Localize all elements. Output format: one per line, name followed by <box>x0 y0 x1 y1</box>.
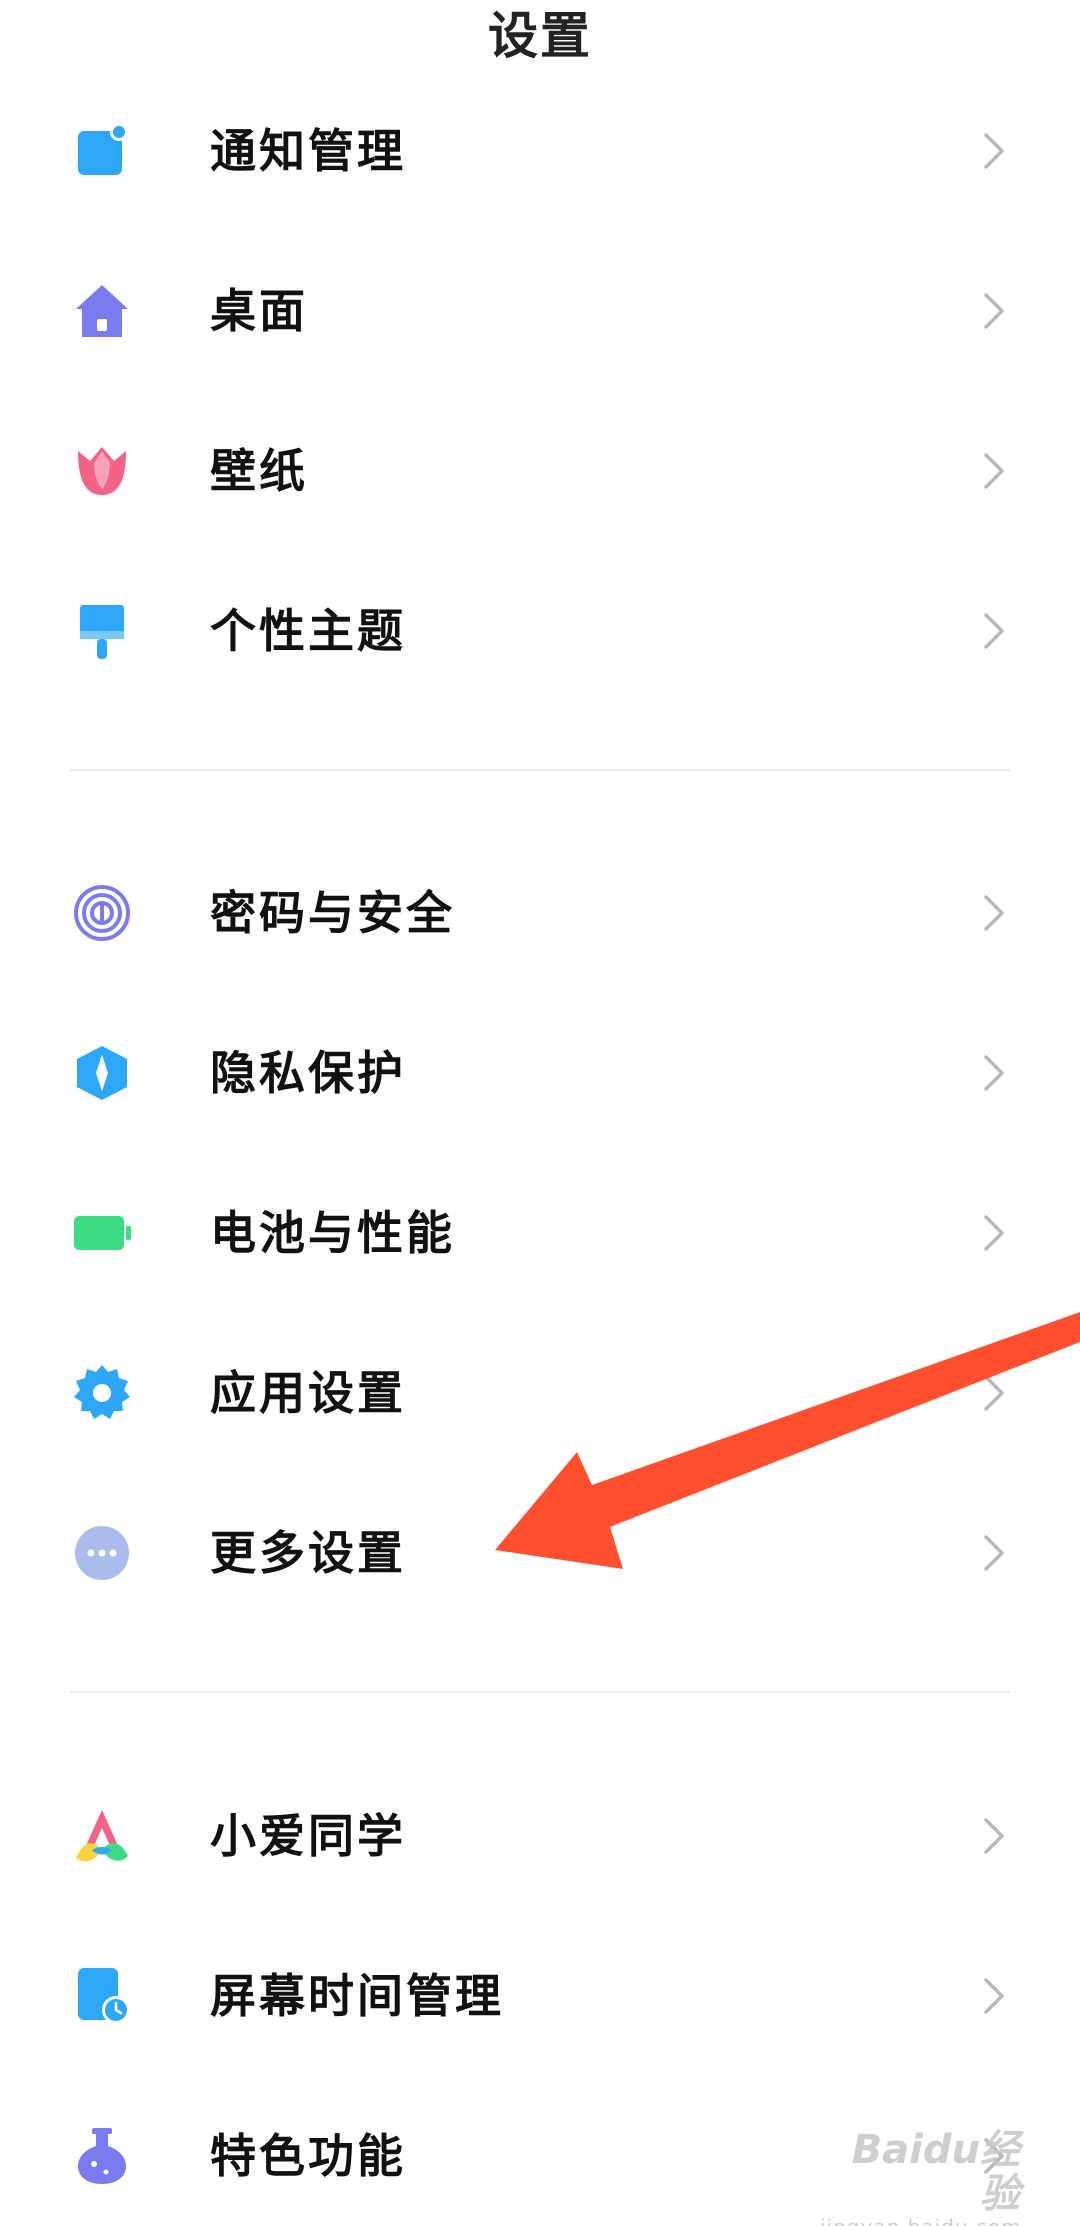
chevron-right-icon <box>980 1051 1008 1095</box>
page-title: 设置 <box>488 7 592 65</box>
section-divider <box>70 769 1010 771</box>
watermark-url: jingyan.baidu.com <box>820 2216 1021 2226</box>
home-icon <box>72 281 132 341</box>
settings-item-label: 隐私保护 <box>210 1046 406 1100</box>
tulip-icon <box>72 441 132 501</box>
chevron-right-icon <box>980 1371 1008 1415</box>
more-dots-icon <box>72 1523 132 1583</box>
settings-item-label: 壁纸 <box>210 444 308 498</box>
settings-item-label: 更多设置 <box>210 1526 406 1580</box>
settings-item-personal-theme[interactable]: 个性主题 <box>0 566 1080 696</box>
brush-icon <box>72 601 132 661</box>
chevron-right-icon <box>980 1531 1008 1575</box>
screen-time-icon <box>72 1966 132 2026</box>
settings-item-label: 特色功能 <box>210 2129 406 2183</box>
settings-item-label: 个性主题 <box>210 604 406 658</box>
chevron-right-icon <box>980 449 1008 493</box>
settings-item-password-security[interactable]: 密码与安全 <box>0 848 1080 978</box>
chevron-right-icon <box>980 129 1008 173</box>
chevron-right-icon <box>980 1814 1008 1858</box>
gear-icon <box>72 1363 132 1423</box>
chevron-right-icon <box>980 1974 1008 2018</box>
settings-item-battery-performance[interactable]: 电池与性能 <box>0 1168 1080 1298</box>
settings-screen: 设置 通知管理 桌面 壁纸 个性主题 密码与安全 隐私保护 电池与性能 应用设置… <box>0 0 1080 2226</box>
settings-item-privacy-protection[interactable]: 隐私保护 <box>0 1008 1080 1138</box>
settings-item-label: 小爱同学 <box>210 1809 406 1863</box>
settings-item-xiaoai[interactable]: 小爱同学 <box>0 1771 1080 1901</box>
settings-item-wallpaper[interactable]: 壁纸 <box>0 406 1080 536</box>
settings-item-label: 应用设置 <box>210 1366 406 1420</box>
battery-icon <box>72 1203 132 1263</box>
settings-item-more-settings[interactable]: 更多设置 <box>0 1488 1080 1618</box>
watermark-logo-text: Baidu经验 <box>851 2127 1020 2217</box>
settings-item-label: 屏幕时间管理 <box>210 1969 504 2023</box>
privacy-shield-icon <box>72 1043 132 1103</box>
settings-item-label: 桌面 <box>210 284 308 338</box>
settings-item-label: 密码与安全 <box>210 886 455 940</box>
section-divider <box>70 1691 1010 1693</box>
settings-item-screen-time[interactable]: 屏幕时间管理 <box>0 1931 1080 2061</box>
flask-icon <box>72 2126 132 2186</box>
chevron-right-icon <box>980 891 1008 935</box>
chevron-right-icon <box>980 1211 1008 1255</box>
settings-item-app-settings[interactable]: 应用设置 <box>0 1328 1080 1458</box>
settings-item-desktop[interactable]: 桌面 <box>0 246 1080 376</box>
settings-item-notification-management[interactable]: 通知管理 <box>0 86 1080 216</box>
xiaoai-icon <box>72 1806 132 1866</box>
fingerprint-icon <box>72 883 132 943</box>
settings-item-label: 通知管理 <box>210 124 406 178</box>
chevron-right-icon <box>980 289 1008 333</box>
chevron-right-icon <box>980 609 1008 653</box>
settings-item-label: 电池与性能 <box>210 1206 455 1260</box>
notification-icon <box>72 121 132 181</box>
baidu-watermark: Baidu经验 jingyan.baidu.com <box>820 2128 1021 2226</box>
